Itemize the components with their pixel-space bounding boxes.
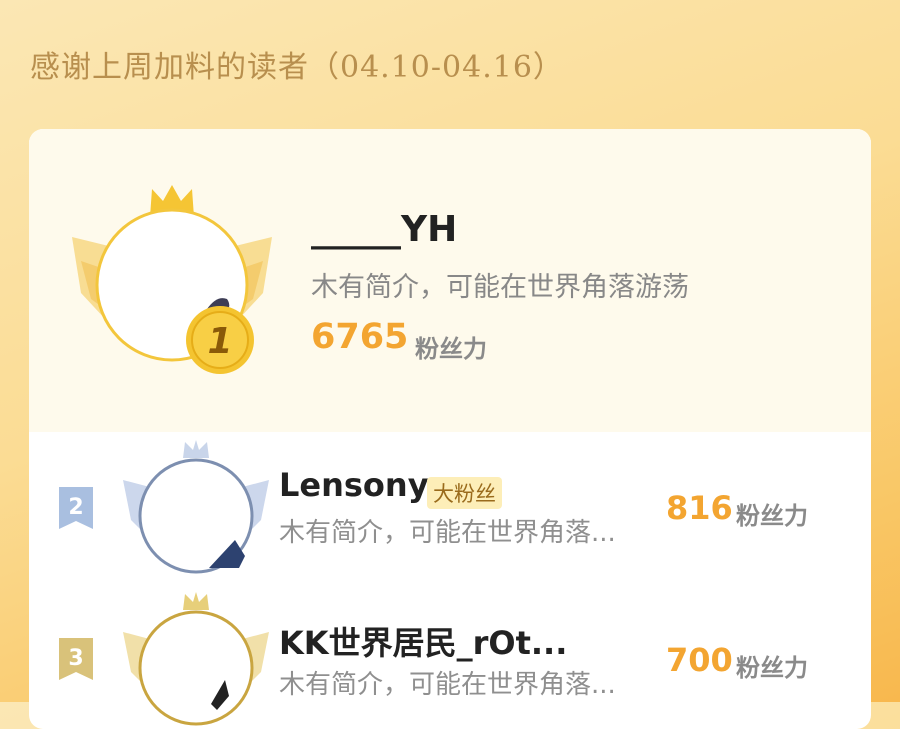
top-reader-bio: 木有简介，可能在世界角落游荡 <box>311 272 689 303</box>
bronze-avatar-frame-icon[interactable] <box>121 592 271 729</box>
rank-2-badge-icon: 2 <box>59 487 93 529</box>
top-reader-score: 6765 <box>311 317 409 357</box>
reader-3-score-unit: 粉丝力 <box>736 654 808 682</box>
reader-3-bio: 木有简介，可能在世界角落... <box>279 670 616 700</box>
big-fan-badge: 大粉丝 <box>427 477 502 509</box>
reader-3-score: 700 <box>666 641 733 679</box>
svg-text:3: 3 <box>68 646 83 671</box>
reader-row-2[interactable]: 2 Lensony 大粉丝 木有简介，可能在世界角落... 816 粉丝力 <box>29 432 871 582</box>
silver-avatar-frame-icon[interactable] <box>121 440 271 580</box>
reader-2-score: 816 <box>666 489 733 527</box>
svg-text:2: 2 <box>68 495 83 520</box>
leaderboard-card: 1 _____YH 木有简介，可能在世界角落游荡 6765 粉丝力 2 Lens… <box>29 129 871 729</box>
reader-2-bio: 木有简介，可能在世界角落... <box>279 518 616 548</box>
top-reader-score-unit: 粉丝力 <box>415 335 487 363</box>
crowned-avatar-frame-icon[interactable]: 1 <box>67 181 277 381</box>
top-reader-name[interactable]: _____YH <box>311 209 457 250</box>
rank-3-badge-icon: 3 <box>59 638 93 680</box>
page-title: 感谢上周加料的读者（04.10-04.16） <box>30 50 564 85</box>
rank-1-label: 1 <box>207 321 232 362</box>
reader-2-name[interactable]: Lensony <box>279 466 429 504</box>
reader-row-3[interactable]: 3 KK世界居民_rOt... 木有简介，可能在世界角落... 700 粉丝力 <box>29 582 871 729</box>
reader-2-score-unit: 粉丝力 <box>736 502 808 530</box>
top-reader-section[interactable]: 1 _____YH 木有简介，可能在世界角落游荡 6765 粉丝力 <box>29 129 871 432</box>
reader-3-name[interactable]: KK世界居民_rOt... <box>279 618 567 664</box>
